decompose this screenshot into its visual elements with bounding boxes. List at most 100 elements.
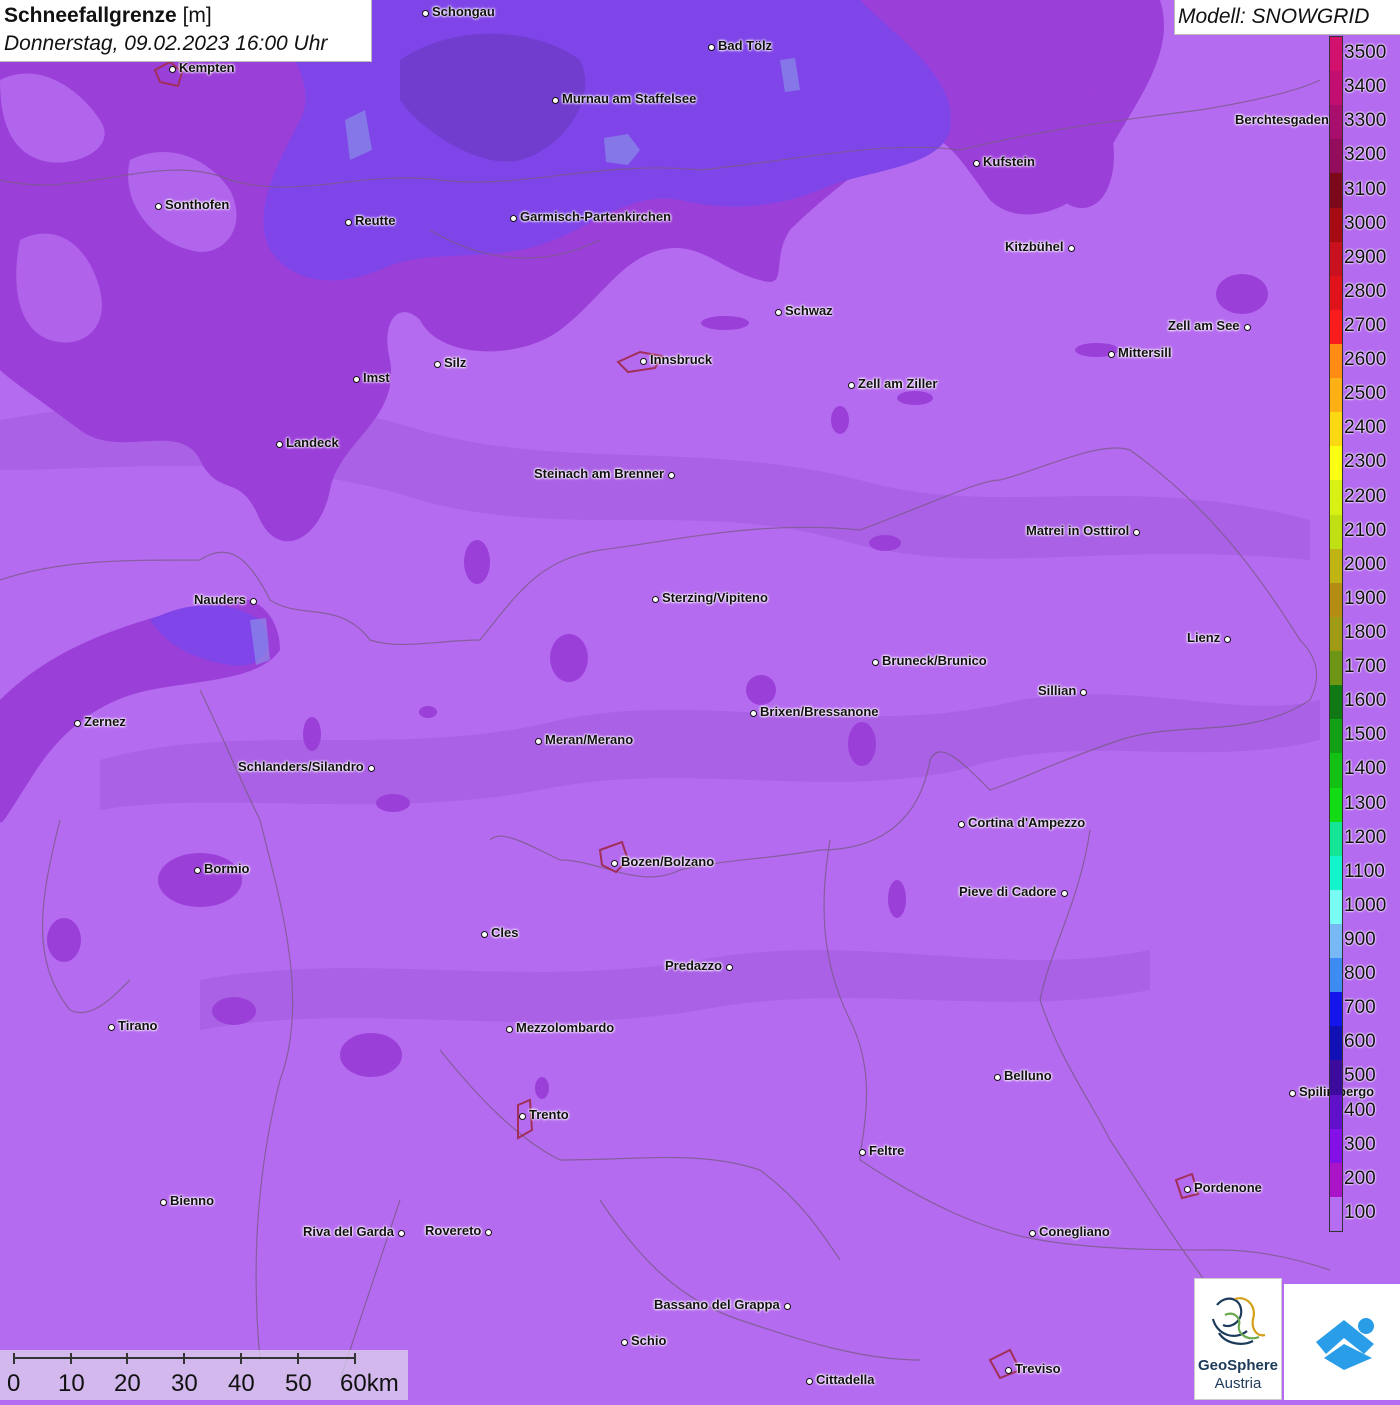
legend-label: 1500 <box>1344 724 1387 746</box>
scale-label: 30 <box>171 1370 198 1397</box>
city-label: Steinach am Brenner <box>534 466 665 481</box>
scale-label: 0 <box>7 1370 21 1397</box>
city-label: Riva del Garda <box>303 1224 395 1239</box>
city-label: Bienno <box>170 1193 215 1208</box>
city-marker <box>249 597 257 605</box>
legend-color-segment <box>1330 173 1342 209</box>
legend-color-segment <box>1330 821 1342 857</box>
model-label: Modell: SNOWGRID <box>1174 0 1400 35</box>
city-marker <box>518 1112 526 1120</box>
city-marker <box>275 440 283 448</box>
city-marker <box>1079 688 1087 696</box>
city-marker <box>534 737 542 745</box>
city-marker <box>847 381 855 389</box>
city-label: Sillian <box>1038 683 1077 698</box>
city-marker <box>871 658 879 666</box>
legend-label: 3200 <box>1344 144 1387 166</box>
city-marker <box>551 96 559 104</box>
legend-label: 3400 <box>1344 76 1387 98</box>
city-label: Bad Tölz <box>718 38 773 53</box>
legend-label: 1900 <box>1344 587 1387 609</box>
legend-label: 500 <box>1344 1065 1376 1087</box>
legend-label: 1800 <box>1344 622 1387 643</box>
legend-color-segment <box>1330 37 1342 72</box>
city-marker <box>159 1198 167 1206</box>
legend-color-segment <box>1330 1196 1342 1232</box>
city-marker <box>484 1228 492 1236</box>
legend-label: 400 <box>1344 1099 1376 1121</box>
city-marker <box>993 1073 1001 1081</box>
legend-color-segment <box>1330 1060 1342 1096</box>
city-marker <box>1243 323 1251 331</box>
legend-label: 2200 <box>1344 485 1387 507</box>
legend-color-segment <box>1330 275 1342 311</box>
app-logo[interactable] <box>1284 1284 1400 1400</box>
title-unit: [m] <box>182 4 212 27</box>
city-label: Cittadella <box>816 1372 875 1387</box>
city-label: Garmisch-Partenkirchen <box>520 209 672 224</box>
legend-label: 2300 <box>1344 451 1387 473</box>
mountain-snow-icon <box>1316 1318 1374 1370</box>
legend-label: 2900 <box>1344 246 1387 268</box>
legend-color-segment <box>1330 207 1342 243</box>
city-label: Kempten <box>179 60 235 75</box>
city-marker <box>651 595 659 603</box>
logo-text-line2: Austria <box>1214 1375 1262 1392</box>
city-marker <box>1067 244 1075 252</box>
city-marker <box>610 859 618 867</box>
city-marker <box>1288 1089 1296 1097</box>
city-marker <box>433 360 441 368</box>
city-marker <box>1107 350 1115 358</box>
city-label: Mittersill <box>1118 345 1172 360</box>
city-label: Schlanders/Silandro <box>238 759 364 774</box>
scale-label: 10 <box>58 1370 85 1397</box>
legend-label: 200 <box>1344 1167 1376 1189</box>
city-label: Cortina d'Ampezzo <box>968 815 1086 830</box>
legend-label: 3500 <box>1344 42 1387 64</box>
geosphere-austria-logo[interactable]: GeoSphere Austria <box>1194 1278 1282 1400</box>
legend-label: 3100 <box>1344 178 1387 200</box>
legend-label: 3000 <box>1344 212 1387 234</box>
city-label: Predazzo <box>665 958 723 973</box>
city-label: Belluno <box>1004 1068 1052 1083</box>
city-label: Kufstein <box>983 154 1035 169</box>
city-label: Landeck <box>286 435 339 450</box>
legend-color-segment <box>1330 1094 1342 1130</box>
legend-color-segment <box>1330 616 1342 652</box>
city-marker <box>620 1338 628 1346</box>
city-label: Conegliano <box>1039 1224 1110 1239</box>
city-label: Berchtesgaden <box>1235 112 1329 127</box>
legend-color-segment <box>1330 992 1342 1027</box>
city-marker <box>725 963 733 971</box>
city-marker <box>1223 635 1231 643</box>
legend-label: 2500 <box>1344 383 1387 405</box>
legend-label: 2800 <box>1344 280 1387 302</box>
legend-color-segment <box>1330 241 1342 277</box>
city-label: Pieve di Cadore <box>959 884 1057 899</box>
legend-label: 2000 <box>1344 553 1387 575</box>
legend-label: 600 <box>1344 1031 1376 1053</box>
color-legend-bar <box>1329 36 1343 1232</box>
city-marker <box>154 202 162 210</box>
city-marker <box>774 308 782 316</box>
city-label: Schio <box>631 1333 667 1348</box>
city-label: Schwaz <box>785 303 833 318</box>
city-marker <box>367 764 375 772</box>
city-label: Rovereto <box>425 1223 482 1238</box>
city-label: Murnau am Staffelsee <box>562 91 697 106</box>
map-title: Schneefallgrenze [m] <box>4 2 367 30</box>
legend-label: 2600 <box>1344 349 1387 371</box>
city-marker <box>1132 528 1140 536</box>
legend-label: 1700 <box>1344 656 1387 678</box>
city-marker <box>193 866 201 874</box>
city-marker <box>749 709 757 717</box>
legend-color-segment <box>1330 1026 1342 1061</box>
city-marker <box>168 65 176 73</box>
city-label: Matrei in Osttirol <box>1026 523 1130 538</box>
city-label: Bassano del Grappa <box>654 1297 780 1312</box>
city-label: Reutte <box>355 213 396 228</box>
city-label: Bormio <box>204 861 250 876</box>
legend-color-segment <box>1330 1128 1342 1164</box>
city-label: Tirano <box>118 1018 158 1033</box>
city-marker <box>107 1023 115 1031</box>
